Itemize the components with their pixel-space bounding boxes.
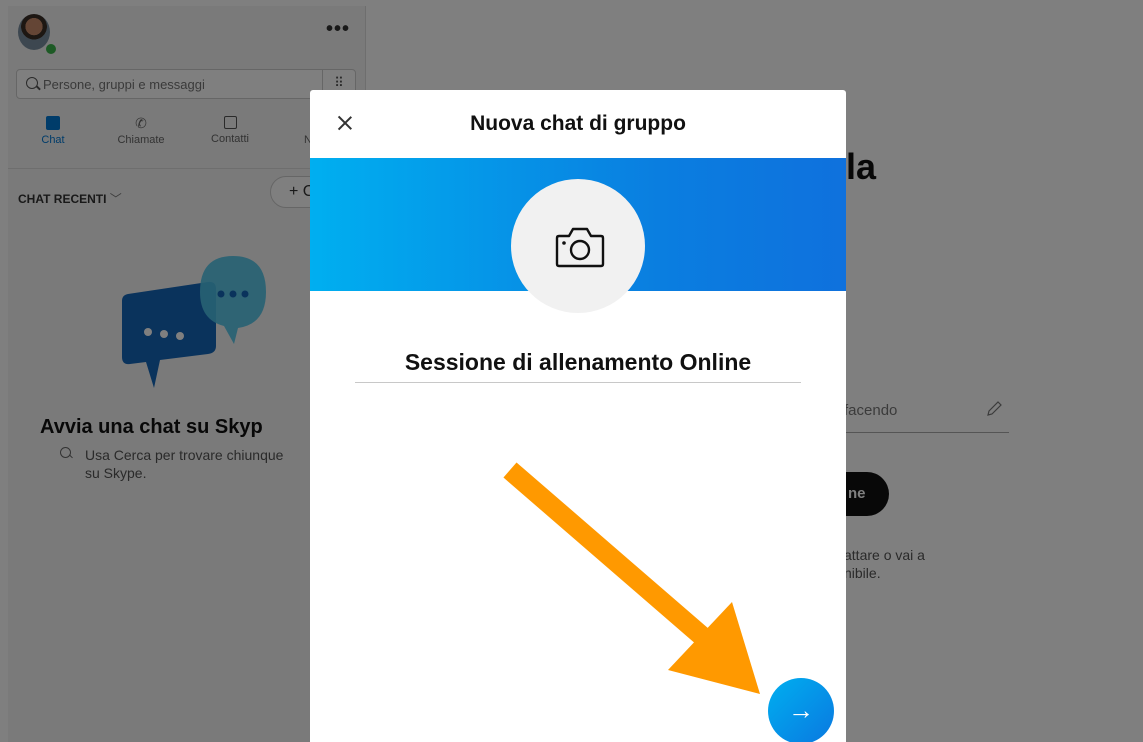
dialog-title: Nuova chat di gruppo <box>470 112 686 135</box>
camera-icon <box>555 227 605 268</box>
new-group-chat-dialog: Nuova chat di gruppo → <box>310 90 846 742</box>
group-photo-button[interactable] <box>511 179 645 313</box>
next-button[interactable]: → <box>768 678 834 742</box>
group-name-input[interactable] <box>355 342 801 383</box>
